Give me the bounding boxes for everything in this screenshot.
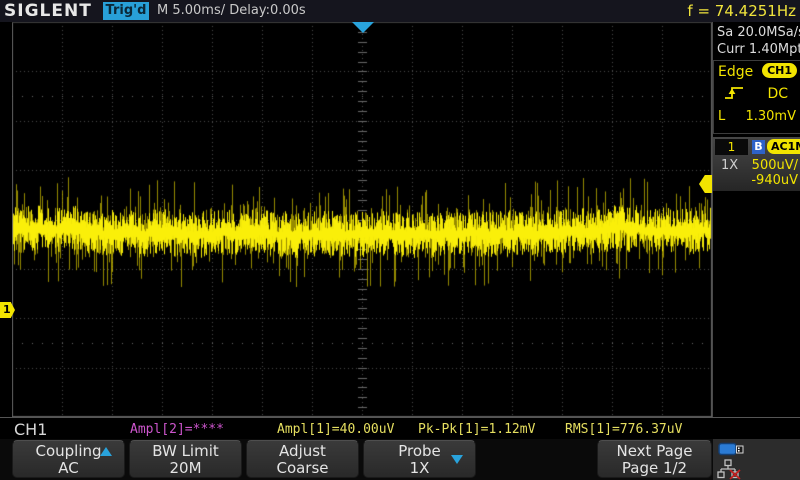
channel-coupling-badge: AC1M [767, 139, 800, 154]
adjust-button[interactable]: Adjust Coarse [246, 440, 359, 478]
channel1-descriptor[interactable]: 1 B AC1M 1X 500uV/ -940uV [713, 137, 800, 191]
trigger-coupling: DC [767, 86, 788, 102]
graticule-canvas [12, 22, 712, 417]
frequency-counter-readout: f = 74.4251Hz [687, 2, 796, 20]
probe-button[interactable]: Probe 1X [363, 440, 476, 478]
coupling-button[interactable]: Coupling AC [12, 440, 125, 478]
probe-attenuation: 1X [721, 158, 738, 173]
adjust-label: Adjust [247, 443, 358, 460]
measurement-pkpk-ch1: Pk-Pk[1]=1.12mV [418, 422, 535, 437]
trigger-level-label: L [718, 109, 725, 124]
adjust-value: Coarse [247, 460, 358, 476]
lan-disconnected-icon [717, 459, 745, 480]
volts-per-div: 500uV/ [752, 158, 798, 173]
trigger-info-panel: Edge CH1 DC L 1.30mV [713, 60, 800, 134]
probe-down-arrow-icon [451, 455, 463, 464]
bandwidth-limit-badge: B [752, 140, 765, 154]
coupling-value: AC [13, 460, 124, 476]
next-page-button[interactable]: Next Page Page 1/2 [597, 440, 712, 478]
next-page-value: Page 1/2 [598, 460, 711, 476]
next-page-label: Next Page [598, 443, 711, 460]
trigger-level-value: 1.30mV [745, 109, 796, 124]
oscilloscope-screen: SIGLENT Trig'd M 5.00ms/ Delay:0.00s f =… [0, 0, 800, 480]
memory-depth: Curr 1.40Mpts [717, 41, 800, 58]
trigger-status-badge: Trig'd [103, 2, 149, 20]
softkey-menu-bar: Coupling AC BW Limit 20M Adjust Coarse P… [0, 439, 800, 480]
top-status-bar: SIGLENT Trig'd M 5.00ms/ Delay:0.00s f =… [0, 0, 800, 22]
acquisition-info: Sa 20.0MSa/s Curr 1.40Mpts [717, 24, 800, 58]
rising-edge-icon [724, 85, 744, 105]
siglent-logo: SIGLENT [4, 1, 92, 21]
measurement-row: CH1 Ampl[2]=**** Ampl[1]=40.00uV Pk-Pk[1… [0, 417, 800, 440]
timebase-readout: M 5.00ms/ Delay:0.00s [157, 3, 306, 18]
bw-limit-button[interactable]: BW Limit 20M [129, 440, 242, 478]
bw-limit-value: 20M [130, 460, 241, 476]
status-sidebar: Sa 20.0MSa/s Curr 1.40Mpts Edge CH1 DC L… [712, 22, 800, 417]
trigger-type: Edge [718, 64, 753, 80]
active-channel-label: CH1 [14, 420, 47, 439]
channel-number: 1 [715, 139, 748, 155]
bw-limit-label: BW Limit [130, 443, 241, 460]
sample-rate: Sa 20.0MSa/s [717, 24, 800, 41]
measurement-ampl-ch2: Ampl[2]=**** [130, 422, 224, 437]
coupling-up-arrow-icon [100, 447, 112, 456]
trigger-source-badge: CH1 [762, 63, 797, 78]
measurement-ampl-ch1: Ampl[1]=40.00uV [277, 422, 394, 437]
channel-offset: -940uV [751, 173, 798, 188]
status-icon-panel [713, 439, 800, 480]
measurement-rms-ch1: RMS[1]=776.37uV [565, 422, 682, 437]
waveform-area: 1 [0, 22, 712, 417]
